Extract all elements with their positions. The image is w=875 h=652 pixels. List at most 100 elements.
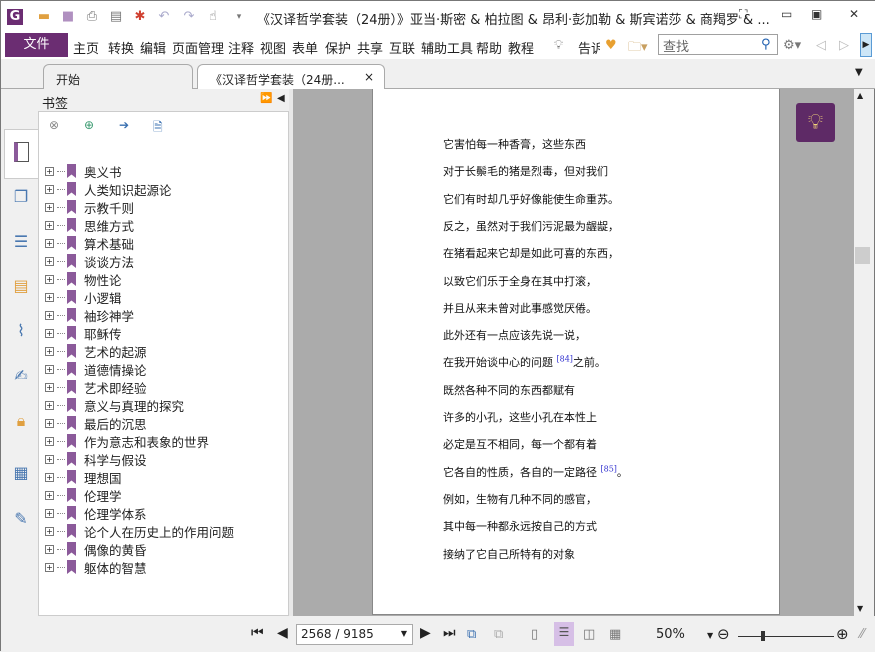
resize-grip-icon[interactable]: ⁄⁄ — [860, 627, 864, 642]
expand-icon[interactable]: + — [45, 364, 54, 374]
previous-view-icon[interactable]: ⧉ — [467, 627, 476, 642]
bookmark-item[interactable]: + 示教千则 — [45, 198, 134, 216]
search-icon[interactable]: ⚲ — [761, 37, 771, 52]
expand-icon[interactable]: + — [45, 166, 54, 176]
footnote-link[interactable]: [85] — [601, 464, 617, 473]
expand-icon[interactable]: + — [45, 346, 54, 356]
tab-list-dropdown-icon[interactable]: ▼ — [855, 67, 863, 78]
menu-comment[interactable]: 注释 — [228, 38, 254, 57]
next-view-icon[interactable]: ⧉ — [494, 627, 503, 642]
tips-lightbulb-button[interactable]: 💡︎ — [796, 103, 835, 142]
add-bookmark-icon[interactable]: ⊕ — [84, 118, 94, 132]
menu-edit[interactable]: 编辑 — [140, 38, 166, 57]
search-input[interactable]: 查找 — [658, 34, 778, 55]
prev-icon[interactable]: ◁ — [816, 38, 826, 53]
expand-icon[interactable]: + — [45, 274, 54, 284]
scroll-thumb[interactable] — [855, 247, 870, 264]
menu-protect[interactable]: 保护 — [325, 38, 351, 57]
menu-share[interactable]: 共享 — [357, 38, 383, 57]
next-icon[interactable]: ▷ — [839, 38, 849, 53]
bookmark-item[interactable]: + 谈谈方法 — [45, 252, 134, 270]
expand-icon[interactable]: + — [45, 184, 54, 194]
bookmark-item[interactable]: + 物性论 — [45, 270, 122, 288]
expand-icon[interactable]: + — [45, 256, 54, 266]
bookmark-item[interactable]: + 作为意志和表象的世界 — [45, 432, 209, 450]
bookmark-item[interactable]: + 算术基础 — [45, 234, 134, 252]
vertical-scrollbar[interactable]: ▲ ▼ — [854, 89, 871, 616]
attachments-icon[interactable]: ⌇ — [11, 321, 31, 341]
next-page-button[interactable]: ▶ — [420, 625, 431, 641]
expand-icon[interactable]: + — [45, 490, 54, 500]
continuous-page-button[interactable]: ☰ — [554, 622, 574, 646]
last-page-button[interactable]: ⏭ — [443, 625, 456, 641]
find-folder-icon[interactable]: 🗀︎▾ — [628, 38, 648, 60]
close-button[interactable]: ✕ — [849, 7, 859, 21]
single-page-icon[interactable]: ▯ — [531, 627, 538, 642]
expand-icon[interactable]: + — [45, 238, 54, 248]
bookmark-item[interactable]: + 偶像的黄昏 — [45, 540, 147, 558]
expand-icon[interactable]: + — [45, 562, 54, 572]
bookmark-item[interactable]: + 最后的沉思 — [45, 414, 147, 432]
properties-icon[interactable]: ▤ — [108, 9, 124, 25]
bookmark-options-icon[interactable]: 🗎︎ — [153, 118, 163, 139]
maximize-button[interactable]: ▣ — [811, 7, 822, 21]
bookmark-item[interactable]: + 理想国 — [45, 468, 122, 486]
footnote-link[interactable]: [84] — [557, 355, 573, 364]
bookmark-item[interactable]: + 伦理学体系 — [45, 504, 147, 522]
tab-document[interactable]: 《汉译哲学套装（24册... × — [197, 64, 385, 90]
scroll-up-icon[interactable]: ▲ — [857, 91, 863, 100]
bookmark-item[interactable]: + 意义与真理的探究 — [45, 396, 184, 414]
close-tab-icon[interactable]: × — [364, 70, 374, 84]
expand-icon[interactable]: + — [45, 220, 54, 230]
expand-icon[interactable]: + — [45, 418, 54, 428]
expand-icon[interactable]: + — [45, 508, 54, 518]
bookmark-item[interactable]: + 艺术的起源 — [45, 342, 147, 360]
settings-icon[interactable]: ⚙▾ — [783, 38, 801, 53]
expand-icon[interactable]: + — [45, 382, 54, 392]
hand-tool-icon[interactable]: ☝ — [205, 9, 221, 25]
customize-dropdown-icon[interactable]: ▾ — [231, 9, 247, 25]
pages-icon[interactable]: ❐ — [11, 187, 31, 207]
menu-page-management[interactable]: 页面管理 — [172, 38, 224, 57]
print-icon[interactable]: ⎙ — [84, 9, 100, 25]
first-page-button[interactable]: ⏮ — [251, 625, 264, 641]
zoom-slider-thumb[interactable] — [761, 631, 765, 641]
tab-start[interactable]: 开始 — [43, 64, 193, 89]
menu-convert[interactable]: 转换 — [108, 38, 134, 57]
menu-help[interactable]: 帮助 — [476, 38, 502, 57]
expand-icon[interactable]: + — [45, 436, 54, 446]
zoom-out-icon[interactable]: ⊖ — [717, 625, 730, 643]
facing-pages-icon[interactable]: ◫ — [583, 627, 595, 642]
goto-bookmark-icon[interactable]: ➔ — [119, 118, 129, 132]
bookmark-item[interactable]: + 小逻辑 — [45, 288, 122, 306]
save-icon[interactable]: ■ — [60, 9, 76, 25]
layers-icon[interactable]: ☰ — [11, 232, 31, 252]
favorite-icon[interactable]: ♥ — [605, 38, 617, 53]
expand-icon[interactable]: + — [45, 472, 54, 482]
signature-icon[interactable]: ✍ — [11, 366, 31, 386]
page-dropdown-icon[interactable]: ▼ — [401, 629, 407, 638]
open-icon[interactable]: ▬ — [36, 9, 52, 25]
menu-tutorial[interactable]: 教程 — [508, 38, 534, 57]
expand-icon[interactable]: + — [45, 526, 54, 536]
bookmark-item[interactable]: + 伦理学 — [45, 486, 122, 504]
zoom-level[interactable]: 50% — [656, 627, 685, 642]
continuous-facing-icon[interactable]: ▦ — [609, 627, 621, 642]
scroll-down-icon[interactable]: ▼ — [857, 604, 863, 613]
page-number-input[interactable]: 2568 / 9185 ▼ — [296, 624, 413, 645]
bookmark-item[interactable]: + 思维方式 — [45, 216, 134, 234]
certificate-icon[interactable]: ✎ — [11, 509, 31, 529]
zoom-in-icon[interactable]: ⊕ — [836, 625, 849, 643]
bookmark-panel-tab[interactable] — [4, 129, 38, 179]
expand-panel-icon[interactable]: ⏩ — [260, 93, 272, 104]
bookmark-item[interactable]: + 奥义书 — [45, 162, 122, 180]
collapse-panel-icon[interactable]: ◀ — [277, 93, 285, 104]
bookmark-item[interactable]: + 科学与假设 — [45, 450, 147, 468]
expand-icon[interactable]: + — [45, 544, 54, 554]
redo-icon[interactable]: ↷ — [181, 9, 197, 25]
file-menu-button[interactable]: 文件 — [5, 33, 68, 57]
fullscreen-icon[interactable]: ⛶ — [739, 7, 747, 22]
menu-accessibility[interactable]: 辅助工具 — [421, 38, 473, 57]
expand-icon[interactable]: + — [45, 454, 54, 464]
menu-form[interactable]: 表单 — [292, 38, 318, 57]
